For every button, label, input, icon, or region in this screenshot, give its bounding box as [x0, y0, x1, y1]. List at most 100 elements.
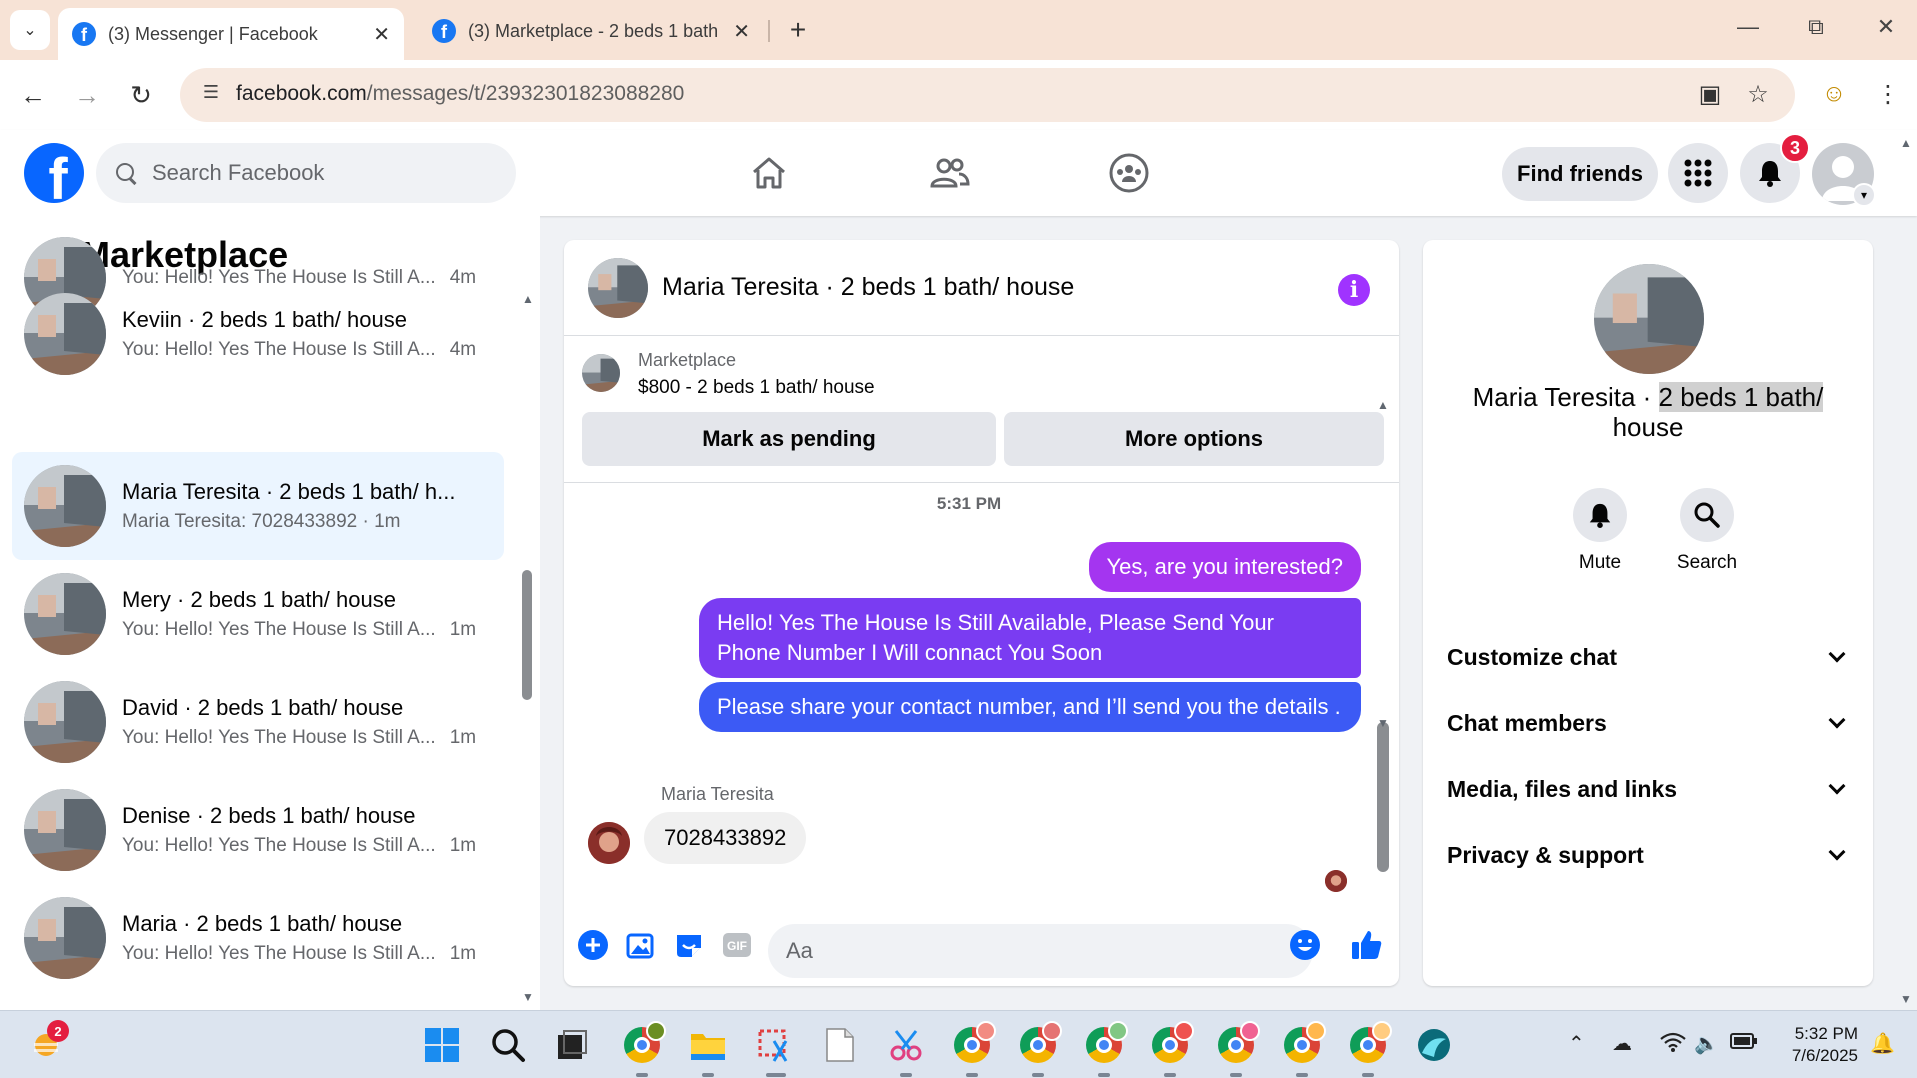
message-input[interactable]: Aa: [768, 924, 1313, 978]
find-friends-button[interactable]: Find friends: [1502, 147, 1658, 201]
chat-title[interactable]: Maria Teresita · 2 beds 1 bath/ house: [662, 273, 1074, 302]
chrome-profile-icon[interactable]: [1150, 1021, 1194, 1065]
snipping-tool-icon[interactable]: [754, 1025, 794, 1065]
running-indicator: [1296, 1073, 1308, 1077]
page-scroll-up-arrow[interactable]: ▲: [1900, 136, 1912, 150]
notepad-icon[interactable]: [820, 1025, 860, 1065]
conversation-item[interactable]: Keviin · 2 beds 1 bath/ house You: Hello…: [12, 280, 504, 388]
chrome-profile-icon[interactable]: [1018, 1021, 1062, 1065]
menu-grid-button[interactable]: [1668, 143, 1728, 203]
close-icon[interactable]: ✕: [373, 22, 390, 47]
plus-circle-icon[interactable]: [576, 928, 610, 962]
weather-badge: 2: [47, 1020, 69, 1042]
chrome-profile-icon[interactable]: [1216, 1021, 1260, 1065]
kebab-menu-icon[interactable]: ⋮: [1872, 80, 1904, 112]
search-label: Search: [1676, 552, 1738, 573]
conversation-item[interactable]: David · 2 beds 1 bath/ house You: Hello!…: [12, 668, 504, 776]
minimize-button[interactable]: —: [1728, 14, 1768, 40]
taskbar-clock[interactable]: 5:32 PM 7/6/2025: [1770, 1023, 1858, 1067]
app-icon[interactable]: [1414, 1025, 1454, 1065]
window-close-button[interactable]: ✕: [1866, 14, 1906, 40]
profile-icon[interactable]: ☺: [1818, 80, 1850, 112]
listing-thumbnail: [24, 681, 106, 763]
gif-icon[interactable]: GIF: [720, 928, 754, 962]
chrome-profile-icon[interactable]: [1084, 1021, 1128, 1065]
conversation-item[interactable]: Maria · 2 beds 1 bath/ house You: Hello!…: [12, 884, 504, 992]
chrome-profile-icon[interactable]: [1348, 1021, 1392, 1065]
file-explorer-icon[interactable]: [688, 1025, 728, 1065]
avatar[interactable]: [588, 822, 630, 864]
marketplace-listing[interactable]: Marketplace $800 - 2 beds 1 bath/ house: [582, 350, 875, 399]
task-view-icon[interactable]: [552, 1025, 592, 1065]
reload-button[interactable]: ↻: [122, 76, 160, 114]
mark-as-pending-button[interactable]: Mark as pending: [582, 412, 996, 466]
conversation-preview: You: Hello! Yes The House Is Still A... 1…: [122, 943, 477, 964]
back-button[interactable]: ←: [14, 76, 52, 114]
search-facebook-input[interactable]: Search Facebook: [96, 143, 516, 203]
selected-text: 2 beds 1 bath/: [1658, 382, 1824, 412]
emoji-icon[interactable]: [1288, 928, 1322, 962]
conversation-item[interactable]: Denise · 2 beds 1 bath/ house You: Hello…: [12, 776, 504, 884]
conversation-item[interactable]: Mery · 2 beds 1 bath/ house You: Hello! …: [12, 560, 504, 668]
scroll-down-arrow[interactable]: ▼: [1377, 716, 1389, 730]
new-tab-button[interactable]: +: [780, 12, 816, 48]
scissors-icon[interactable]: [886, 1025, 926, 1065]
tab-marketplace[interactable]: f (3) Marketplace - 2 beds 1 bath ✕: [418, 8, 764, 54]
site-info-icon[interactable]: ☰: [198, 82, 224, 108]
close-icon[interactable]: ✕: [733, 19, 750, 44]
scroll-up-arrow[interactable]: ▲: [1377, 398, 1389, 412]
running-indicator: [1362, 1073, 1374, 1077]
chevron-down-icon[interactable]: ▾: [1852, 183, 1876, 207]
url-path: /messages/t/23932301823088280: [366, 82, 685, 105]
forward-button[interactable]: →: [68, 76, 106, 114]
outgoing-message[interactable]: Yes, are you interested?: [1088, 542, 1361, 592]
show-hidden-icons-chevron-icon[interactable]: ⌃: [1568, 1031, 1585, 1056]
photo-icon[interactable]: [624, 928, 658, 962]
sticker-icon[interactable]: [672, 928, 706, 962]
tab-messenger[interactable]: f (3) Messenger | Facebook ✕: [58, 8, 404, 60]
scrollbar-thumb[interactable]: [522, 570, 532, 700]
onedrive-cloud-icon[interactable]: ☁: [1612, 1031, 1632, 1056]
listing-thumbnail: [582, 354, 620, 392]
chrome-icon[interactable]: [622, 1021, 666, 1065]
customize-chat-section[interactable]: Customize chat: [1447, 632, 1851, 682]
groups-icon[interactable]: [1104, 148, 1154, 198]
install-app-icon[interactable]: ▣: [1694, 80, 1726, 112]
media-files-links-section[interactable]: Media, files and links: [1447, 764, 1851, 814]
privacy-support-section[interactable]: Privacy & support: [1447, 830, 1851, 880]
chrome-profile-icon[interactable]: [952, 1021, 996, 1065]
more-options-button[interactable]: More options: [1004, 412, 1384, 466]
volume-icon[interactable]: 🔈: [1694, 1031, 1719, 1056]
chat-avatar[interactable]: [588, 257, 648, 318]
conversation-preview: Maria Teresita: 7028433892 · 1m: [122, 511, 401, 532]
conversation-item-selected[interactable]: Maria Teresita · 2 beds 1 bath/ h... Mar…: [12, 452, 504, 560]
chrome-profile-icon[interactable]: [1282, 1021, 1326, 1065]
scroll-down-arrow[interactable]: ▼: [522, 990, 534, 1004]
outgoing-message[interactable]: Hello! Yes The House Is Still Available,…: [699, 598, 1361, 678]
friends-icon[interactable]: [924, 148, 974, 198]
battery-icon[interactable]: [1730, 1031, 1758, 1057]
search-in-chat-button[interactable]: Search: [1667, 488, 1747, 574]
scroll-up-arrow[interactable]: ▲: [522, 292, 534, 306]
url-text[interactable]: facebook.com/messages/t/2393230182308828…: [236, 82, 684, 106]
bookmark-star-icon[interactable]: ☆: [1742, 80, 1774, 112]
thumbs-up-icon[interactable]: [1350, 928, 1384, 962]
conversation-name: David · 2 beds 1 bath/ house: [122, 695, 404, 720]
windows-start-icon[interactable]: [422, 1025, 462, 1065]
chat-members-section[interactable]: Chat members: [1447, 698, 1851, 748]
notification-center-icon[interactable]: 🔔: [1870, 1031, 1895, 1056]
info-icon[interactable]: i: [1338, 274, 1370, 306]
outgoing-message[interactable]: Please share your contact number, and I’…: [699, 682, 1361, 732]
search-icon[interactable]: [488, 1025, 528, 1065]
restore-button[interactable]: ⧉: [1796, 14, 1836, 40]
page-scroll-down-arrow[interactable]: ▼: [1900, 992, 1912, 1006]
wifi-icon[interactable]: [1660, 1031, 1686, 1059]
address-bar[interactable]: ☰ facebook.com/messages/t/23932301823088…: [180, 68, 1795, 122]
mute-button[interactable]: Mute: [1560, 488, 1640, 574]
conversation-list-panel: ← Marketplace You: Hello! Yes The House …: [0, 216, 540, 1010]
tab-search-button[interactable]: ⌄: [10, 10, 50, 50]
facebook-logo-icon[interactable]: f: [24, 143, 84, 203]
home-icon[interactable]: [744, 148, 794, 198]
incoming-message[interactable]: 7028433892: [644, 812, 807, 864]
scrollbar-thumb[interactable]: [1377, 722, 1389, 872]
